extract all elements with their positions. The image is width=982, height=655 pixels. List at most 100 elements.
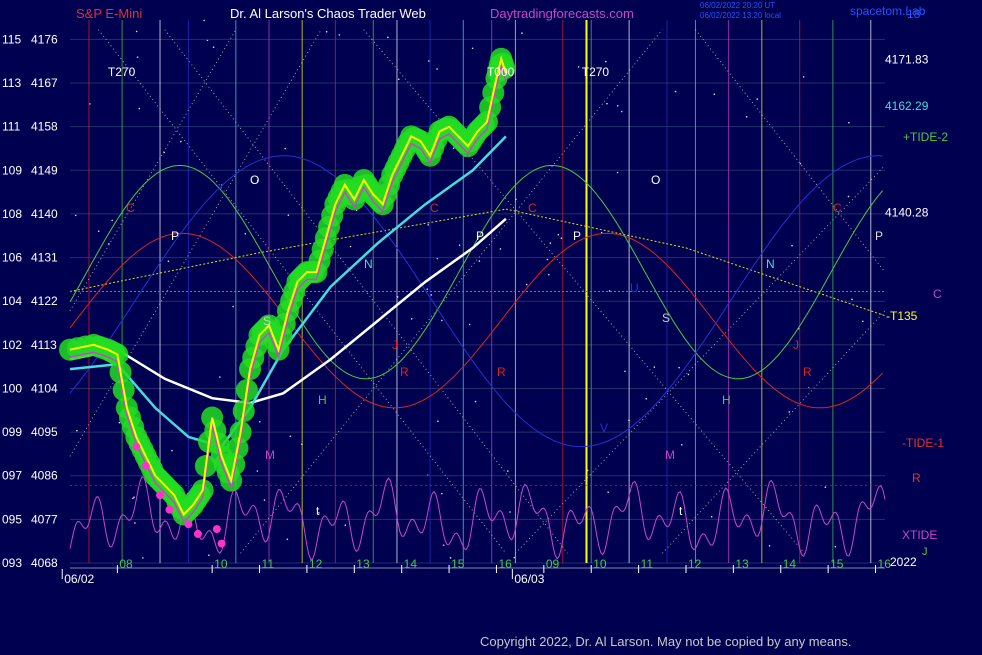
x-tick-label: 11 [262,557,275,571]
star-dot [208,554,210,556]
star-dot [824,486,827,488]
star-dot [513,556,516,559]
star-dot [436,68,438,70]
star-dot [468,323,471,326]
chart: 115 4176 113 4167 111 4158 109 4149 108 4140 106 41… [0,0,982,650]
star-dot [287,214,290,216]
price-tick-label: 4068 [31,556,58,570]
price-tick-label: 4176 [31,32,58,46]
astro-marker-label: U [630,281,639,295]
astro-marker-label: C [126,201,135,215]
phase-marker-label: T000 [487,65,515,79]
astro-marker-label: N [766,257,775,271]
x-tick-label: 12 [688,557,702,571]
astro-marker-label: M [265,448,275,462]
star-dot [499,248,502,250]
star-dot [430,294,433,296]
star-dot [788,411,790,413]
star-dot [232,305,234,308]
star-dot [645,398,648,400]
right-j-label: J [922,546,928,558]
star-dot [426,288,428,291]
star-dot [756,98,759,100]
x-tick-label: 15 [830,557,844,571]
star-dot [180,140,182,143]
index-tick-label: 115 [2,32,21,46]
star-dot [132,497,134,500]
price-tick-label: 4086 [31,469,58,483]
star-dot [286,538,289,541]
star-dot [133,496,135,499]
astro-marker-label: C [833,201,842,215]
x-tick-label: 08 [119,557,133,571]
astro-marker-label: C [528,201,537,215]
index-tick-label: 113 [2,76,21,90]
astro-marker-label: S [662,311,670,325]
right-p-label: P [875,229,883,243]
star-dot [258,420,261,423]
star-dot [338,34,341,36]
price-tick-label: 4104 [31,381,58,395]
diagonal-line [515,165,886,554]
star-dot [521,32,523,34]
star-dot [606,102,608,105]
right-level-label: 4171.83 [885,53,929,67]
star-dot [678,366,680,369]
symbol-title: S&P E-Mini [76,6,142,21]
star-dot [861,320,864,323]
star-dot [509,511,511,513]
star-dot [256,470,259,472]
astro-marker-label: J [392,338,398,352]
right-c-label: C [933,287,942,301]
astro-marker-label: H [318,393,327,407]
price-tick-label: 4158 [31,120,58,134]
star-dot [616,104,619,107]
year-label: 2022 [890,555,917,569]
star-dot [410,318,413,320]
low-marker [184,520,193,529]
phase-marker-label: T270 [582,65,610,79]
index-tick-label: 102 [2,338,22,352]
star-dot [138,107,141,110]
star-dot [506,470,509,472]
star-dot [847,195,850,198]
x-tick-label: 16 [498,557,512,571]
star-dot [620,110,623,113]
date-label: 06/03 [514,572,544,586]
phase-marker-label: T270 [108,65,136,79]
index-tick-label: 097 [2,469,22,483]
low-marker [165,505,174,514]
star-dot [203,19,205,22]
xtide-label: XTIDE [902,528,937,542]
x-tick-label: 09 [546,557,560,571]
low-marker [141,462,150,471]
index-tick-label: 100 [2,381,22,395]
star-dot [605,60,607,63]
star-dot [546,258,549,261]
x-tick-label: 12 [309,557,323,571]
index-tick-label: 106 [2,251,22,265]
star-dot [834,545,837,548]
star-dot [441,319,443,322]
price-tick-label: 4149 [31,163,58,177]
star-dot [442,544,445,546]
astro-marker-label: N [364,257,373,271]
star-dot [674,90,677,93]
astro-marker-label: C [430,201,439,215]
star-dot [219,376,221,378]
star-dot [387,36,389,39]
low-marker [193,529,202,538]
star-dot [427,224,430,226]
astro-marker-label: O [250,173,259,187]
star-dot [167,260,170,263]
star-dot [471,47,474,50]
astro-marker-label: V [600,421,608,435]
star-dot [441,492,443,495]
star-dot [171,449,173,452]
star-dot [118,421,121,424]
star-dot [474,400,477,403]
star-dot [687,373,690,376]
low-marker [212,525,221,534]
star-dot [851,298,853,301]
x-tick-label: 14 [404,557,418,571]
